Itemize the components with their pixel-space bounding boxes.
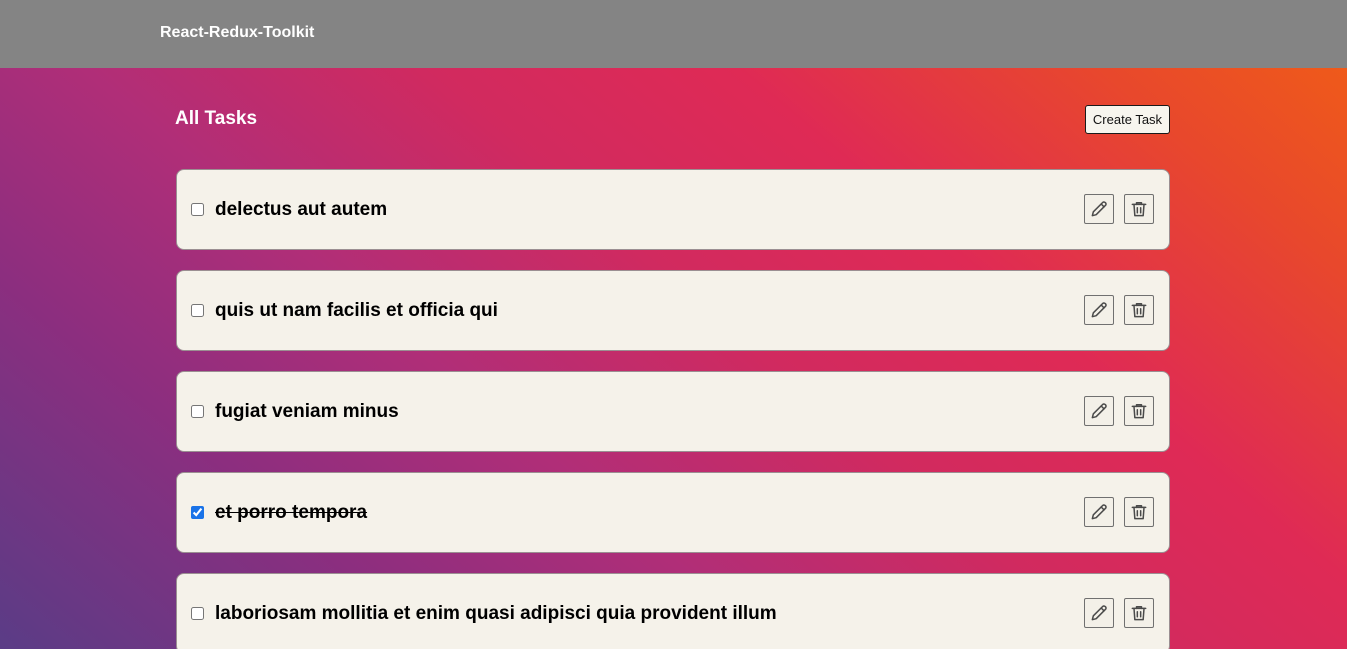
- task-checkbox[interactable]: [191, 405, 204, 418]
- task-checkbox[interactable]: [191, 607, 204, 620]
- task-item: quis ut nam facilis et officia qui: [176, 270, 1170, 351]
- pencil-icon: [1089, 401, 1109, 421]
- page-title: All Tasks: [175, 108, 258, 129]
- task-checkbox[interactable]: [191, 506, 204, 519]
- delete-task-button[interactable]: [1124, 295, 1154, 325]
- brand-title[interactable]: React-Redux-Toolkit: [160, 24, 314, 42]
- pencil-icon: [1089, 199, 1109, 219]
- create-task-button[interactable]: Create Task: [1085, 105, 1170, 134]
- task-item: fugiat veniam minus: [176, 371, 1170, 452]
- trash-icon: [1129, 603, 1149, 623]
- trash-icon: [1129, 300, 1149, 320]
- edit-task-button[interactable]: [1084, 497, 1114, 527]
- pencil-icon: [1089, 300, 1109, 320]
- task-list: delectus aut autem quis ut nam facilis e…: [176, 169, 1170, 649]
- task-title: laboriosam mollitia et enim quasi adipis…: [215, 603, 777, 624]
- main-content: All Tasks Create Task delectus aut autem…: [0, 68, 1347, 649]
- pencil-icon: [1089, 603, 1109, 623]
- task-item: delectus aut autem: [176, 169, 1170, 250]
- task-checkbox[interactable]: [191, 304, 204, 317]
- delete-task-button[interactable]: [1124, 598, 1154, 628]
- task-item: et porro tempora: [176, 472, 1170, 553]
- delete-task-button[interactable]: [1124, 194, 1154, 224]
- task-checkbox[interactable]: [191, 203, 204, 216]
- trash-icon: [1129, 199, 1149, 219]
- edit-task-button[interactable]: [1084, 295, 1114, 325]
- trash-icon: [1129, 401, 1149, 421]
- task-title: et porro tempora: [215, 502, 368, 523]
- edit-task-button[interactable]: [1084, 598, 1114, 628]
- pencil-icon: [1089, 502, 1109, 522]
- navbar: React-Redux-Toolkit: [0, 0, 1347, 68]
- delete-task-button[interactable]: [1124, 396, 1154, 426]
- task-item: laboriosam mollitia et enim quasi adipis…: [176, 573, 1170, 649]
- edit-task-button[interactable]: [1084, 194, 1114, 224]
- edit-task-button[interactable]: [1084, 396, 1114, 426]
- task-title: quis ut nam facilis et officia qui: [215, 300, 498, 321]
- delete-task-button[interactable]: [1124, 497, 1154, 527]
- trash-icon: [1129, 502, 1149, 522]
- task-title: fugiat veniam minus: [215, 401, 399, 422]
- task-title: delectus aut autem: [215, 199, 388, 220]
